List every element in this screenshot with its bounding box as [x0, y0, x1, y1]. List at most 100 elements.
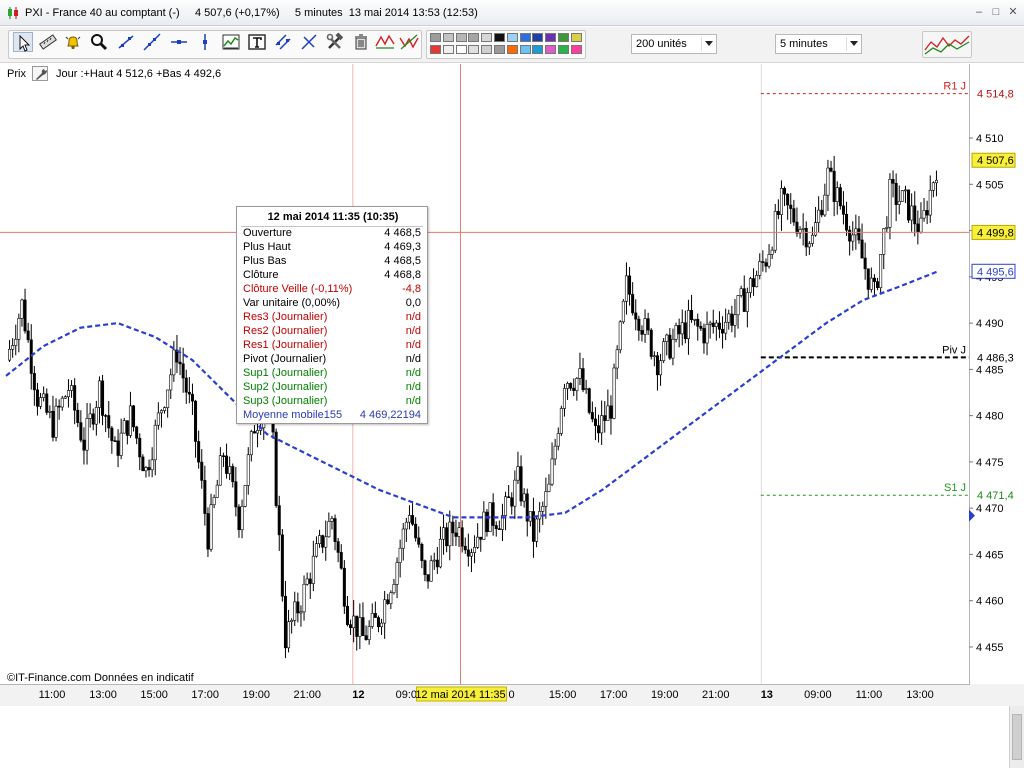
- color-top-swatch-2[interactable]: [455, 33, 467, 42]
- candle-body: [144, 467, 148, 472]
- color-top-swatch-6[interactable]: [506, 33, 518, 42]
- candle-body: [646, 318, 650, 331]
- pointer-tool-button[interactable]: [13, 32, 33, 52]
- color-top-swatch-5[interactable]: [494, 33, 505, 42]
- candle-body: [814, 222, 818, 236]
- color-bottom-swatch-7[interactable]: [519, 45, 531, 54]
- maximize-button[interactable]: □: [989, 6, 1003, 18]
- candle-body: [119, 432, 123, 456]
- chart-type-button[interactable]: [922, 31, 972, 58]
- segment-tool-button[interactable]: [142, 32, 162, 52]
- color-top-swatch-8[interactable]: [532, 33, 544, 42]
- color-bottom-swatch-5[interactable]: [494, 45, 505, 54]
- tooltip-row: Plus Bas 4 468,5: [243, 255, 421, 269]
- candle-body: [206, 513, 210, 550]
- candle-body: [367, 626, 371, 640]
- candle-body: [376, 617, 380, 628]
- candle-body: [748, 278, 752, 293]
- color-top-swatch-10[interactable]: [558, 33, 569, 42]
- candle-body: [234, 481, 238, 508]
- horizontal-line-tool-button[interactable]: [169, 32, 189, 52]
- fibonacci-tool-button[interactable]: [299, 32, 319, 52]
- candle-body: [776, 211, 780, 215]
- color-bottom-swatch-4[interactable]: [481, 45, 493, 54]
- candle-body: [522, 493, 526, 502]
- candle-body: [187, 391, 191, 395]
- minimize-button[interactable]: –: [972, 6, 986, 18]
- color-top-swatch-3[interactable]: [468, 33, 480, 42]
- time-tick-label-11: 17:00: [600, 689, 628, 701]
- tooltip-row-value: n/d: [405, 381, 421, 393]
- price-chart[interactable]: R1 J Piv J S1 J 4 455 4 460 4 465 4 470 4 475 4…: [0, 64, 1024, 706]
- candle-body: [832, 170, 836, 202]
- vertical-scrollbar[interactable]: [1009, 706, 1024, 768]
- candle-body: [156, 412, 160, 426]
- scrollbar-thumb[interactable]: [1012, 714, 1022, 760]
- color-top-swatch-1[interactable]: [442, 33, 454, 42]
- time-tick-label-12: 19:00: [651, 689, 679, 701]
- time-tick-label-4: 19:00: [242, 689, 270, 701]
- color-top-swatch-9[interactable]: [545, 33, 557, 42]
- remove-wave-tool-button[interactable]: [399, 32, 421, 52]
- candle-body: [860, 239, 864, 259]
- period-select[interactable]: 5 minutes: [775, 34, 862, 54]
- color-top-swatch-0[interactable]: [430, 33, 441, 42]
- price-tick-label-11: 4 510: [976, 133, 1004, 145]
- candle-body: [11, 345, 15, 350]
- alert-tool-button[interactable]: [63, 32, 83, 52]
- candle-body: [624, 275, 628, 302]
- tooltip-row: Var unitaire (0,00%) 0,0: [243, 297, 421, 311]
- tooltip-row-value: 4 469,3: [384, 241, 421, 253]
- color-bottom-swatch-1[interactable]: [442, 45, 454, 54]
- trend-line-tool-button[interactable]: [116, 32, 136, 52]
- candle-body: [562, 388, 566, 409]
- candle-body: [640, 330, 644, 335]
- ruler-tool-button[interactable]: [38, 32, 58, 52]
- tools-button[interactable]: [325, 32, 345, 52]
- candle-body: [792, 208, 796, 223]
- channel-tool-button[interactable]: [273, 32, 293, 52]
- color-bottom-swatch-3[interactable]: [468, 45, 480, 54]
- candle-body: [82, 439, 86, 451]
- time-tick-label-0: 11:00: [39, 689, 66, 701]
- candle-body: [138, 437, 142, 458]
- price-settings-button[interactable]: [32, 66, 48, 81]
- color-bottom-swatch-0[interactable]: [430, 45, 441, 54]
- color-top-swatch-7[interactable]: [519, 33, 531, 42]
- text-tool-button[interactable]: [247, 32, 267, 52]
- delete-button[interactable]: [351, 32, 371, 52]
- indicator-tool-button[interactable]: [221, 32, 241, 52]
- candle-body: [212, 497, 216, 506]
- price-badge-label-2: 4 499,8: [977, 227, 1014, 239]
- color-bottom-swatch-9[interactable]: [545, 45, 557, 54]
- color-bottom-swatch-2[interactable]: [455, 45, 467, 54]
- candle-body: [355, 615, 359, 637]
- ruler-icon: [39, 34, 57, 50]
- color-top-swatch-11[interactable]: [570, 33, 582, 42]
- color-bottom-swatch-6[interactable]: [506, 45, 518, 54]
- candle-body: [934, 179, 938, 184]
- color-top-swatch-4[interactable]: [481, 33, 493, 42]
- color-bottom-swatch-11[interactable]: [570, 45, 582, 54]
- candle-body: [516, 466, 520, 481]
- candle-body: [342, 567, 346, 607]
- price-tick-label-6: 4 485: [976, 364, 1004, 376]
- units-select[interactable]: 200 unités: [631, 34, 717, 54]
- candle-body: [702, 328, 706, 344]
- candle-body: [240, 506, 244, 531]
- zoom-tool-button[interactable]: [89, 32, 109, 52]
- candle-body: [863, 257, 867, 270]
- close-button[interactable]: ✕: [1006, 6, 1020, 18]
- vertical-line-tool-button[interactable]: [195, 32, 215, 52]
- time-tick-label-8: 12 mai 2014 11:35: [415, 689, 505, 701]
- time-tick-label-5: 21:00: [294, 689, 322, 701]
- level-label-1: Piv J: [942, 344, 966, 356]
- color-bottom-swatch-10[interactable]: [558, 45, 569, 54]
- color-bottom-swatch-8[interactable]: [532, 45, 544, 54]
- wave-tool-button[interactable]: [375, 32, 397, 52]
- candle-body: [575, 378, 579, 391]
- time-tick-label-6: 12: [352, 689, 364, 701]
- tooltip-row: Plus Haut 4 469,3: [243, 241, 421, 255]
- tooltip-row-value: 0,0: [405, 297, 421, 309]
- tooltip-row-value: n/d: [405, 325, 421, 337]
